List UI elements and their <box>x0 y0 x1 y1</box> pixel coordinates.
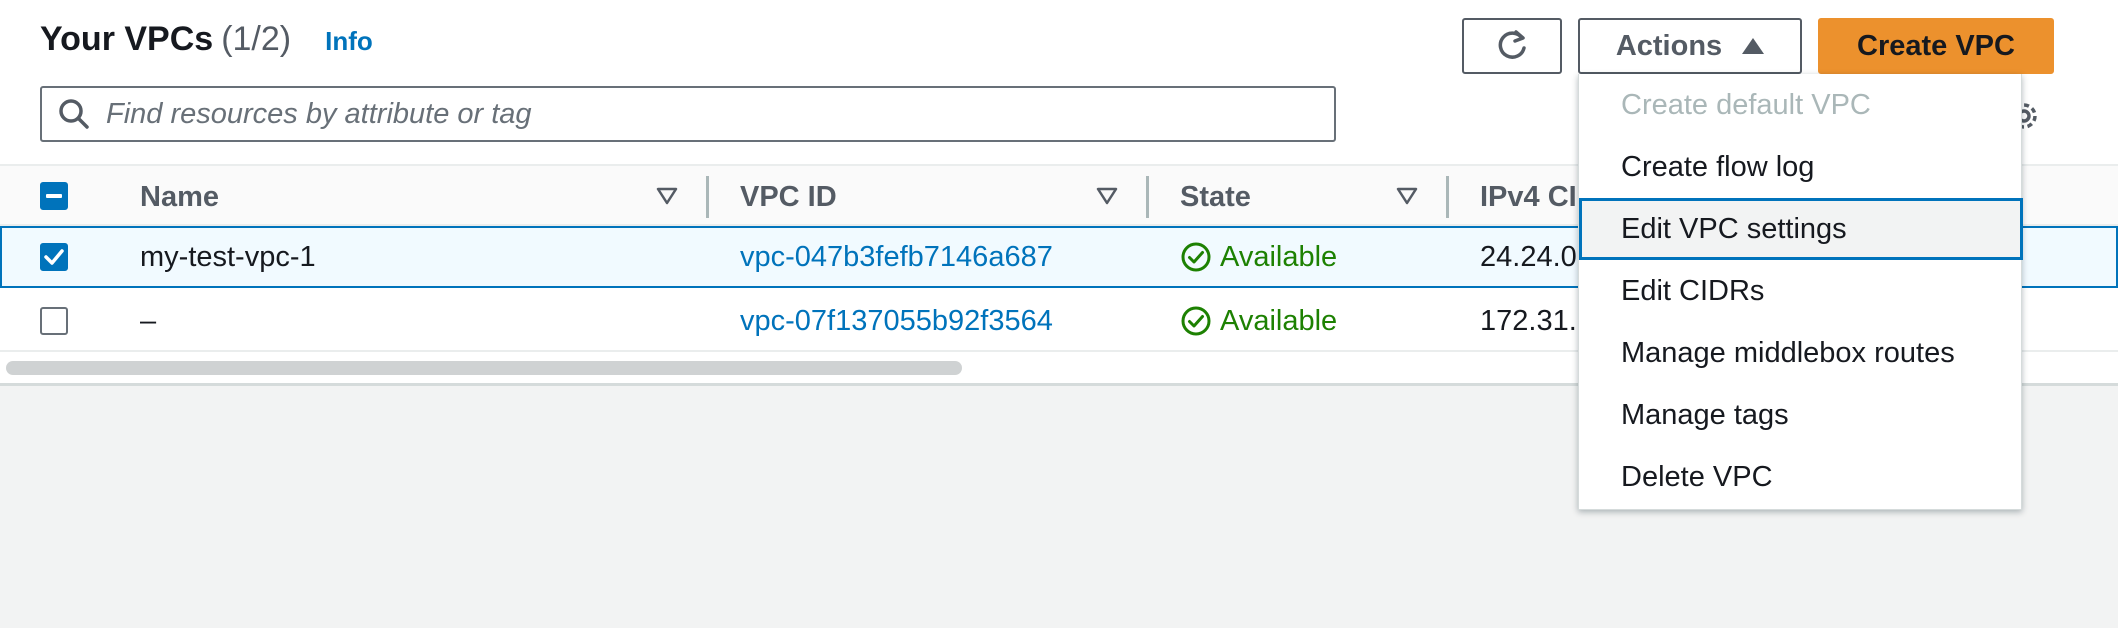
sort-icon[interactable] <box>656 186 678 206</box>
menu-item-edit-vpc-settings[interactable]: Edit VPC settings <box>1579 198 2023 260</box>
scrollbar-thumb[interactable] <box>6 361 962 375</box>
column-divider[interactable] <box>706 176 709 218</box>
actions-button[interactable]: Actions <box>1578 18 1802 74</box>
actions-dropdown-menu: Create default VPC Create flow log Edit … <box>1578 74 2023 510</box>
selection-count: (1/2) <box>221 20 292 58</box>
info-link[interactable]: Info <box>325 26 373 57</box>
status-text: Available <box>1220 240 1338 273</box>
status-text: Available <box>1220 304 1338 337</box>
menu-item-edit-cidrs[interactable]: Edit CIDRs <box>1579 260 2023 322</box>
column-divider[interactable] <box>1446 176 1449 218</box>
row-checkbox[interactable] <box>40 243 68 271</box>
refresh-button[interactable] <box>1462 18 1562 74</box>
ipv4-cidr: 24.24.0 <box>1480 240 1577 273</box>
column-header-name[interactable]: Name <box>140 166 219 228</box>
column-header-state[interactable]: State <box>1180 166 1251 228</box>
vpc-id-link[interactable]: vpc-07f137055b92f3564 <box>740 292 1053 350</box>
menu-item-delete-vpc[interactable]: Delete VPC <box>1579 446 2023 508</box>
menu-item-manage-tags[interactable]: Manage tags <box>1579 384 2023 446</box>
sort-icon[interactable] <box>1096 186 1118 206</box>
search-input[interactable] <box>106 97 1286 131</box>
page-title: Your VPCs <box>40 20 214 58</box>
status-available: Available <box>1180 292 1337 350</box>
check-circle-icon <box>1181 306 1211 336</box>
refresh-icon <box>1498 30 1526 59</box>
menu-item-manage-middlebox-routes[interactable]: Manage middlebox routes <box>1579 322 2023 384</box>
panel-header: Your VPCs (1/2) Info <box>40 20 373 70</box>
check-circle-icon <box>1181 242 1211 272</box>
row-name: my-test-vpc-1 <box>140 240 316 273</box>
search-field[interactable] <box>40 86 1336 142</box>
status-available: Available <box>1180 228 1337 286</box>
sort-icon[interactable] <box>1396 186 1418 206</box>
actions-button-label: Actions <box>1615 29 1723 62</box>
column-header-vpc-id[interactable]: VPC ID <box>740 166 837 228</box>
check-icon <box>44 249 64 265</box>
row-checkbox[interactable] <box>40 307 68 335</box>
menu-item-create-default-vpc: Create default VPC <box>1621 88 1871 121</box>
column-divider[interactable] <box>1146 176 1149 218</box>
search-icon <box>59 99 89 129</box>
select-all-checkbox[interactable] <box>40 182 68 210</box>
create-vpc-button[interactable]: Create VPC <box>1818 18 2054 74</box>
ipv4-cidr: 172.31. <box>1480 304 1577 337</box>
row-name: – <box>140 304 157 337</box>
menu-item-create-flow-log[interactable]: Create flow log <box>1579 136 2023 198</box>
caret-up-icon <box>1742 38 1765 54</box>
vpc-id-link[interactable]: vpc-047b3fefb7146a687 <box>740 228 1053 286</box>
